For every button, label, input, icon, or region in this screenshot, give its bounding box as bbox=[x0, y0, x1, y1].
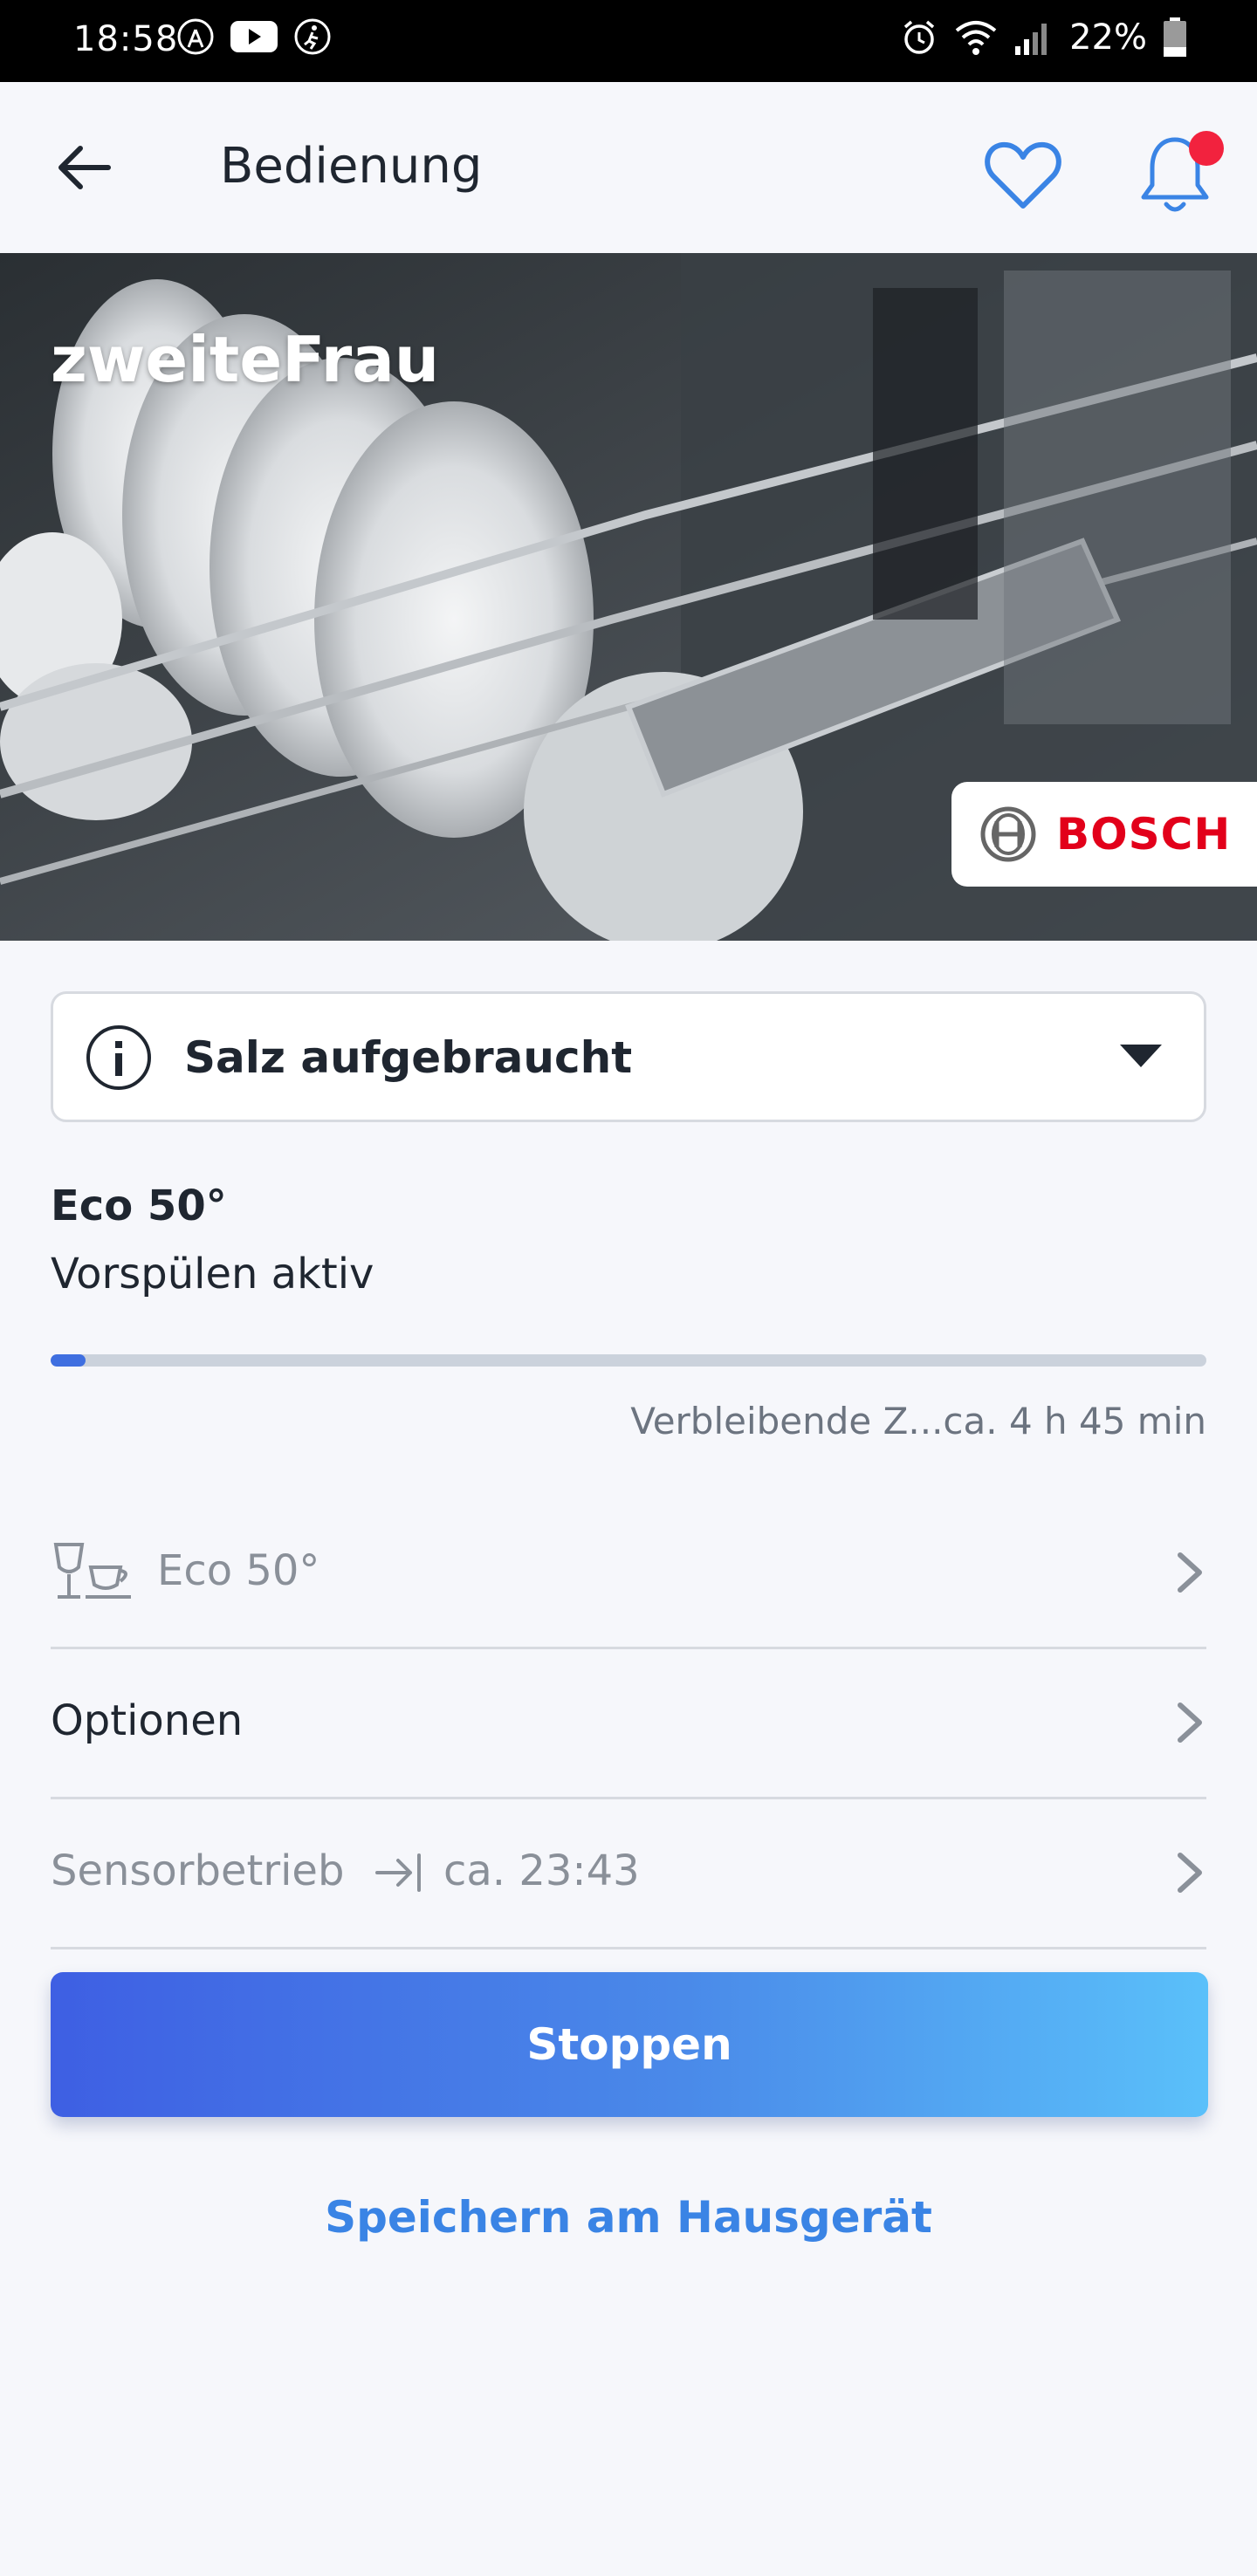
program-select-row[interactable]: Eco 50° bbox=[51, 1499, 1206, 1649]
appliance-hero-image: zweiteFrau BOSCH bbox=[0, 253, 1257, 941]
back-button[interactable] bbox=[51, 134, 117, 201]
notification-badge bbox=[1189, 131, 1224, 166]
youtube-icon bbox=[230, 21, 278, 52]
end-time: ca. 23:43 bbox=[443, 1846, 640, 1895]
progress-fill bbox=[51, 1354, 86, 1367]
battery-icon bbox=[1164, 17, 1186, 57]
chevron-right-icon bbox=[1178, 1853, 1202, 1893]
activity-icon bbox=[294, 18, 331, 55]
sensor-mode-row[interactable]: Sensorbetrieb ca. 23:43 bbox=[51, 1799, 1206, 1949]
favorite-button[interactable] bbox=[981, 133, 1065, 216]
chevron-right-icon bbox=[1178, 1702, 1202, 1743]
status-bar: 18:58 22% bbox=[0, 0, 1257, 82]
arrow-to-end-icon bbox=[375, 1853, 421, 1892]
appliance-name: zweiteFrau bbox=[51, 323, 440, 396]
dishes-icon bbox=[53, 1543, 131, 1599]
status-time: 18:58 bbox=[73, 19, 179, 59]
program-select-label: Eco 50° bbox=[157, 1546, 320, 1595]
options-label: Optionen bbox=[51, 1696, 244, 1745]
chevron-down-icon bbox=[1120, 1045, 1162, 1067]
stop-button[interactable]: Stoppen bbox=[51, 1972, 1208, 2117]
sensor-mode-label: Sensorbetrieb bbox=[51, 1846, 345, 1895]
signal-icon bbox=[1015, 24, 1048, 55]
arrow-left-icon bbox=[58, 146, 111, 189]
status-right-icons: 22% bbox=[900, 17, 1187, 58]
options-row[interactable]: Optionen bbox=[51, 1649, 1206, 1799]
chevron-right-icon bbox=[1178, 1552, 1202, 1593]
heart-icon bbox=[985, 141, 1061, 209]
info-icon bbox=[86, 1025, 151, 1090]
brand-name: BOSCH bbox=[1056, 809, 1232, 860]
progress-bar bbox=[51, 1354, 1206, 1367]
save-to-appliance-link[interactable]: Speichern am Hausgerät bbox=[0, 2192, 1257, 2243]
brand-badge: BOSCH bbox=[951, 782, 1257, 887]
app-bar: Bedienung bbox=[0, 82, 1257, 253]
page-title: Bedienung bbox=[220, 138, 483, 195]
program-phase: Vorspülen aktiv bbox=[51, 1250, 374, 1298]
alarm-icon bbox=[903, 20, 935, 54]
status-alert-dropdown[interactable]: Salz aufgebraucht bbox=[51, 991, 1206, 1122]
status-left-icons bbox=[176, 17, 332, 56]
notifications-button[interactable] bbox=[1140, 131, 1224, 218]
broadcast-icon bbox=[177, 18, 214, 55]
battery-percent: 22% bbox=[1069, 17, 1147, 58]
remaining-time: Verbleibende Z...ca. 4 h 45 min bbox=[630, 1400, 1206, 1442]
active-program-name: Eco 50° bbox=[51, 1182, 227, 1230]
bosch-logo-icon bbox=[980, 806, 1036, 862]
alert-text: Salz aufgebraucht bbox=[184, 1032, 633, 1083]
wifi-icon bbox=[955, 21, 997, 55]
